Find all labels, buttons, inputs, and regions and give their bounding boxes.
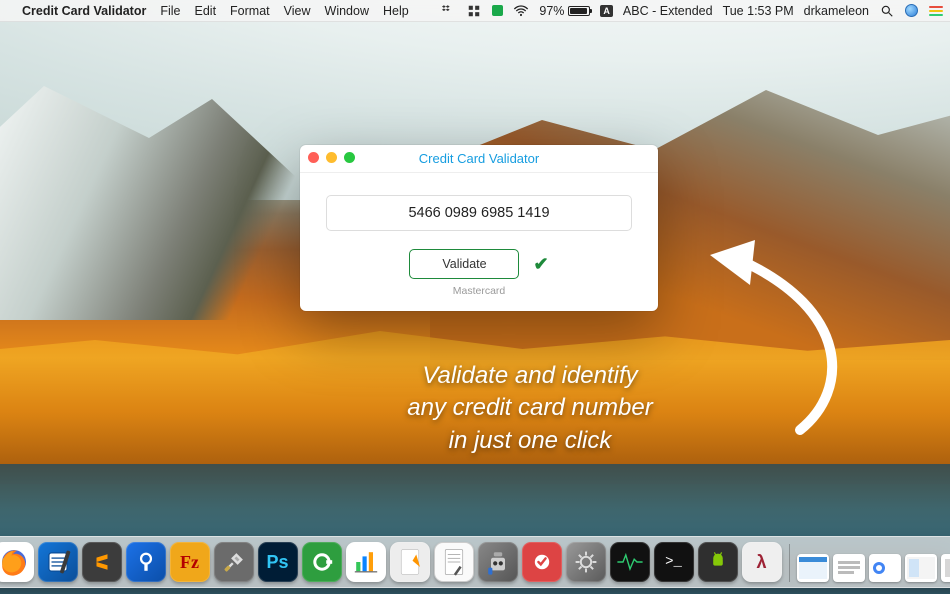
clock[interactable]: Tue 1:53 PM: [723, 4, 794, 18]
menu-extra-icon[interactable]: [466, 3, 482, 19]
menu-window[interactable]: Window: [325, 4, 369, 18]
dock-separator: [789, 544, 790, 582]
app-name[interactable]: Credit Card Validator: [22, 4, 146, 18]
spotlight-icon[interactable]: [879, 3, 895, 19]
user-menu[interactable]: drkameleon: [804, 4, 869, 18]
dock-app-terminal[interactable]: >_: [654, 542, 694, 582]
dock-app-android-studio[interactable]: [698, 542, 738, 582]
minimize-button[interactable]: [326, 152, 337, 163]
battery-icon: [568, 6, 590, 16]
keyboard-layout-badge[interactable]: A: [600, 5, 613, 17]
status-menu-icon[interactable]: [492, 5, 503, 16]
dock-minimized-window[interactable]: [833, 554, 865, 582]
dock-app-pages[interactable]: [390, 542, 430, 582]
promo-line-3: in just one click: [330, 425, 730, 457]
dock-minimized-window[interactable]: [905, 554, 937, 582]
dock-app-devtools[interactable]: [214, 542, 254, 582]
battery-status[interactable]: 97%: [539, 4, 590, 18]
window-titlebar[interactable]: Credit Card Validator: [300, 145, 658, 173]
dock-app-sourcetree[interactable]: [126, 542, 166, 582]
dock-app-sublime[interactable]: [82, 542, 122, 582]
dock-minimized-window[interactable]: [797, 554, 829, 582]
dock-minimized-window[interactable]: [869, 554, 901, 582]
dock-app-filezilla[interactable]: Fz: [170, 542, 210, 582]
zoom-button[interactable]: [344, 152, 355, 163]
dock-app-numbers[interactable]: [346, 542, 386, 582]
promo-caption: Validate and identify any credit card nu…: [330, 360, 730, 457]
menu-help[interactable]: Help: [383, 4, 409, 18]
dock-minimized-window[interactable]: [941, 554, 950, 582]
dock-app-xcode[interactable]: [38, 542, 78, 582]
dock-app-system-preferences[interactable]: [566, 542, 606, 582]
card-type-label: Mastercard: [326, 285, 632, 297]
menu-view[interactable]: View: [284, 4, 311, 18]
dock-app-camtasia[interactable]: [302, 542, 342, 582]
close-button[interactable]: [308, 152, 319, 163]
promo-line-1: Validate and identify: [330, 360, 730, 392]
notification-center-icon[interactable]: [928, 3, 944, 19]
menu-bar: Credit Card Validator File Edit Format V…: [0, 0, 950, 22]
input-source[interactable]: ABC - Extended: [623, 4, 713, 18]
dock-app-automator[interactable]: [478, 542, 518, 582]
menu-format[interactable]: Format: [230, 4, 270, 18]
promo-line-2: any credit card number: [330, 392, 730, 424]
validate-button[interactable]: Validate: [409, 249, 519, 279]
valid-checkmark-icon: ✔: [533, 254, 548, 275]
dock: Fz Ps >_ λ: [0, 536, 950, 588]
menu-edit[interactable]: Edit: [195, 4, 217, 18]
dock-app-imageoptim[interactable]: [522, 542, 562, 582]
dock-app-activity-monitor[interactable]: [610, 542, 650, 582]
dropbox-icon[interactable]: [440, 3, 456, 19]
window-title: Credit Card Validator: [419, 151, 539, 166]
app-window: Credit Card Validator Validate ✔ Masterc…: [300, 145, 658, 311]
dock-app-firefox[interactable]: [0, 542, 34, 582]
siri-icon[interactable]: [905, 4, 918, 17]
menu-file[interactable]: File: [160, 4, 180, 18]
window-controls: [308, 152, 355, 163]
dock-app-photoshop[interactable]: Ps: [258, 542, 298, 582]
battery-percent: 97%: [539, 4, 564, 18]
card-number-input[interactable]: [326, 195, 632, 231]
wifi-icon[interactable]: [513, 3, 529, 19]
dock-app-textedit[interactable]: [434, 542, 474, 582]
dock-app-erlang[interactable]: λ: [742, 542, 782, 582]
